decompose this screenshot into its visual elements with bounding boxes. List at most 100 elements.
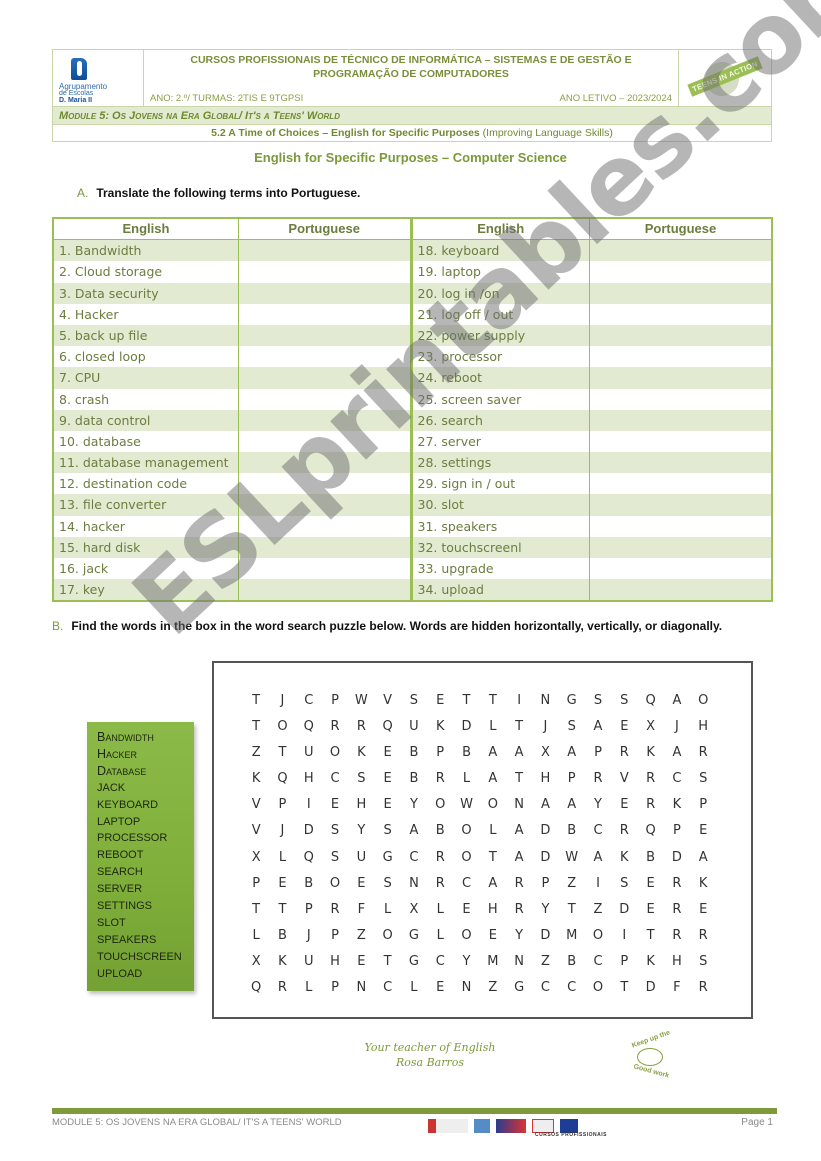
grid-letter[interactable]: A <box>506 740 532 766</box>
grid-letter[interactable]: A <box>664 740 690 766</box>
grid-letter[interactable]: Y <box>532 897 558 923</box>
grid-letter[interactable]: O <box>427 792 453 818</box>
grid-letter[interactable]: D <box>611 897 637 923</box>
grid-letter[interactable]: H <box>664 949 690 975</box>
grid-letter[interactable]: O <box>453 923 479 949</box>
grid-letter[interactable]: A <box>690 845 716 871</box>
portuguese-answer-cell[interactable] <box>590 579 771 600</box>
grid-letter[interactable]: L <box>453 766 479 792</box>
grid-letter[interactable]: N <box>532 688 558 714</box>
grid-letter[interactable]: D <box>664 845 690 871</box>
grid-letter[interactable]: K <box>269 949 295 975</box>
grid-letter[interactable]: P <box>427 740 453 766</box>
grid-letter[interactable]: H <box>322 949 348 975</box>
grid-letter[interactable]: K <box>348 740 374 766</box>
grid-letter[interactable]: R <box>637 792 663 818</box>
grid-letter[interactable]: E <box>374 766 400 792</box>
portuguese-answer-cell[interactable] <box>239 579 410 600</box>
grid-letter[interactable]: T <box>269 740 295 766</box>
grid-letter[interactable]: T <box>453 688 479 714</box>
grid-letter[interactable]: T <box>243 688 269 714</box>
grid-letter[interactable]: Z <box>559 871 585 897</box>
grid-letter[interactable]: Q <box>374 714 400 740</box>
grid-letter[interactable]: I <box>506 688 532 714</box>
grid-letter[interactable]: D <box>296 818 322 844</box>
grid-letter[interactable]: N <box>506 792 532 818</box>
grid-letter[interactable]: P <box>243 871 269 897</box>
grid-letter[interactable]: J <box>664 714 690 740</box>
grid-letter[interactable]: R <box>427 871 453 897</box>
grid-letter[interactable]: F <box>348 897 374 923</box>
grid-letter[interactable]: R <box>322 714 348 740</box>
grid-letter[interactable]: X <box>401 897 427 923</box>
grid-letter[interactable]: E <box>269 871 295 897</box>
grid-letter[interactable]: R <box>322 897 348 923</box>
portuguese-answer-cell[interactable] <box>239 431 410 452</box>
portuguese-answer-cell[interactable] <box>590 537 771 558</box>
grid-letter[interactable]: C <box>664 766 690 792</box>
grid-letter[interactable]: P <box>532 871 558 897</box>
grid-letter[interactable]: E <box>427 975 453 1001</box>
grid-letter[interactable]: K <box>637 740 663 766</box>
grid-letter[interactable]: O <box>690 688 716 714</box>
grid-letter[interactable]: R <box>611 740 637 766</box>
grid-letter[interactable]: R <box>664 923 690 949</box>
grid-letter[interactable]: B <box>296 871 322 897</box>
grid-letter[interactable]: Q <box>269 766 295 792</box>
grid-letter[interactable]: T <box>480 688 506 714</box>
grid-letter[interactable]: J <box>532 714 558 740</box>
grid-letter[interactable]: H <box>296 766 322 792</box>
grid-letter[interactable]: X <box>243 845 269 871</box>
grid-letter[interactable]: T <box>559 897 585 923</box>
grid-letter[interactable]: N <box>506 949 532 975</box>
grid-letter[interactable]: S <box>690 949 716 975</box>
grid-letter[interactable]: J <box>296 923 322 949</box>
grid-letter[interactable]: O <box>585 975 611 1001</box>
grid-letter[interactable]: A <box>401 818 427 844</box>
portuguese-answer-cell[interactable] <box>590 410 771 431</box>
grid-letter[interactable]: S <box>374 818 400 844</box>
grid-letter[interactable]: B <box>427 818 453 844</box>
grid-letter[interactable]: J <box>269 688 295 714</box>
grid-letter[interactable]: A <box>559 740 585 766</box>
grid-letter[interactable]: T <box>637 923 663 949</box>
portuguese-answer-cell[interactable] <box>239 325 410 346</box>
grid-letter[interactable]: E <box>611 792 637 818</box>
grid-letter[interactable]: L <box>401 975 427 1001</box>
grid-letter[interactable]: V <box>611 766 637 792</box>
grid-letter[interactable]: Z <box>480 975 506 1001</box>
grid-letter[interactable]: E <box>611 714 637 740</box>
grid-letter[interactable]: P <box>269 792 295 818</box>
grid-letter[interactable]: E <box>453 897 479 923</box>
grid-letter[interactable]: C <box>585 949 611 975</box>
portuguese-answer-cell[interactable] <box>239 537 410 558</box>
grid-letter[interactable]: Y <box>453 949 479 975</box>
grid-letter[interactable]: W <box>559 845 585 871</box>
grid-letter[interactable]: H <box>480 897 506 923</box>
grid-letter[interactable]: R <box>585 766 611 792</box>
grid-letter[interactable]: A <box>480 766 506 792</box>
grid-letter[interactable]: G <box>374 845 400 871</box>
grid-letter[interactable]: L <box>480 714 506 740</box>
grid-letter[interactable]: R <box>269 975 295 1001</box>
grid-letter[interactable]: N <box>453 975 479 1001</box>
grid-letter[interactable]: R <box>506 871 532 897</box>
portuguese-answer-cell[interactable] <box>239 261 410 282</box>
grid-letter[interactable]: P <box>664 818 690 844</box>
grid-letter[interactable]: T <box>506 714 532 740</box>
grid-letter[interactable]: B <box>401 740 427 766</box>
grid-letter[interactable]: E <box>480 923 506 949</box>
grid-letter[interactable]: H <box>532 766 558 792</box>
grid-letter[interactable]: Y <box>506 923 532 949</box>
grid-letter[interactable]: N <box>401 871 427 897</box>
grid-letter[interactable]: E <box>690 897 716 923</box>
grid-letter[interactable]: P <box>559 766 585 792</box>
portuguese-answer-cell[interactable] <box>239 240 410 261</box>
portuguese-answer-cell[interactable] <box>239 283 410 304</box>
grid-letter[interactable]: T <box>374 949 400 975</box>
portuguese-answer-cell[interactable] <box>590 494 771 515</box>
grid-letter[interactable]: L <box>480 818 506 844</box>
grid-letter[interactable]: D <box>532 845 558 871</box>
portuguese-answer-cell[interactable] <box>590 261 771 282</box>
grid-letter[interactable]: C <box>322 766 348 792</box>
